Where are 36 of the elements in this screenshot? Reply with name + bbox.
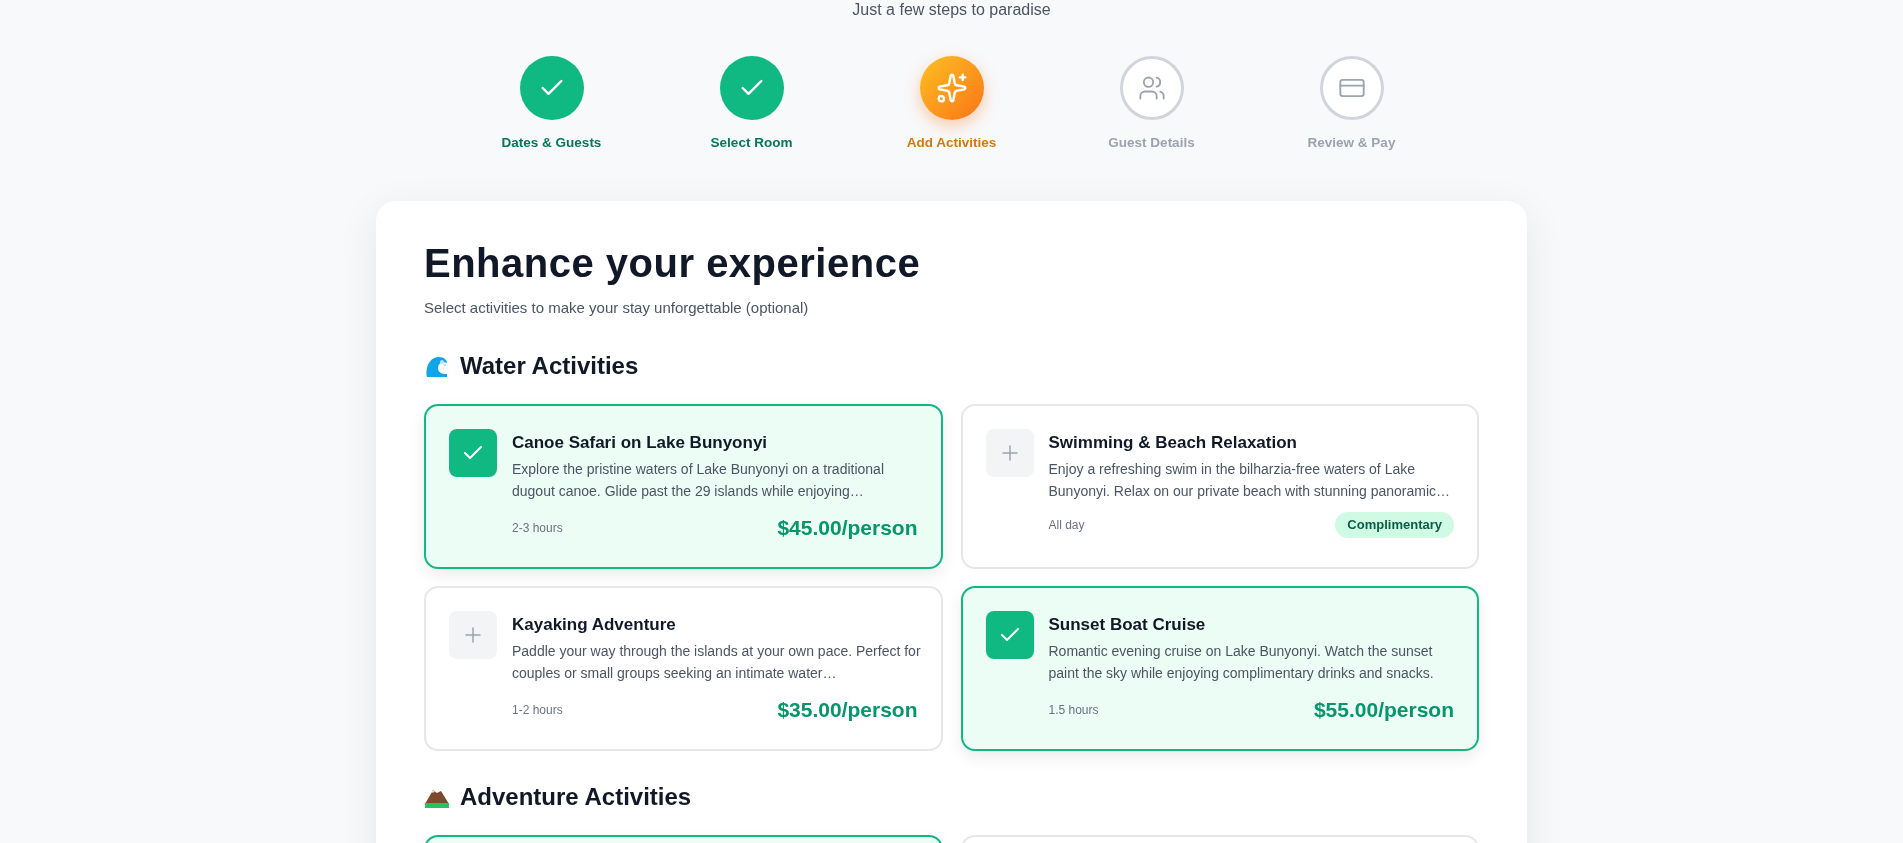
activity-title: Canoe Safari on Lake Bunyonyi [512, 431, 769, 454]
activity-title: Sunset Boat Cruise [1048, 613, 1207, 636]
activity-description: Enjoy a refreshing swim in the bilharzia-free waters of Lake Bunyonyi. Relax on our private beach with stunning panoramic… [1048, 460, 1452, 502]
price-text: $45.00/person [777, 515, 918, 542]
activity-title: Kayaking Adventure [512, 613, 677, 636]
activity-card[interactable]: Swimming & Beach Relaxation Enjoy a refreshing swim in the bilharzia-free waters of Lake Bunyonyi. Relax on our private beach with stunning panoramic… All day Complimentary [960, 403, 1479, 569]
checkbox[interactable] [985, 610, 1034, 659]
price-text: $55.00/person [1313, 697, 1454, 724]
step-label: Select Room [710, 134, 793, 152]
step-label: Review & Pay [1307, 134, 1396, 152]
activity-description: Romantic evening cruise on Lake Bunyonyi. Watch the sunset paint the sky while enjoying complimentary drinks and snacks. [1048, 642, 1435, 684]
section-heading: Adventure Activities [460, 781, 692, 812]
duration-text: 1.5 hours [1048, 702, 1099, 719]
step-label: Add Activities [906, 134, 997, 152]
step-label: Dates & Guests [501, 134, 602, 152]
activity-card[interactable]: Kayaking Adventure Paddle your way through the islands at your own pace. Perfect for couples or small groups seeking an intimate water… 1-2 hours $35.00/person [424, 585, 943, 751]
page-subtitle: Select activities to make your stay unforgettable (optional) [424, 298, 810, 319]
duration-text: 1-2 hours [512, 702, 563, 719]
duration-text: All day [1048, 517, 1085, 534]
checkbox[interactable] [449, 610, 497, 659]
price-text: $35.00/person [777, 697, 918, 724]
section-heading: Water Activities [460, 350, 639, 381]
page-heading: Enhance your experience [424, 240, 922, 288]
checkbox[interactable] [985, 428, 1034, 477]
checkbox[interactable] [449, 428, 497, 477]
sparkles-icon [935, 72, 968, 104]
step-label: Guest Details [1108, 134, 1195, 152]
activity-description: Explore the pristine waters of Lake Bunyonyi on a traditional dugout canoe. Glide past the 29 islands while enjoying… [512, 460, 885, 502]
duration-text: 2-3 hours [512, 520, 563, 537]
tagline: Just a few steps to paradise [852, 0, 1051, 20]
activity-card[interactable]: Sunset Boat Cruise Romantic evening cruise on Lake Bunyonyi. Watch the sunset paint the sky while enjoying complimentary drinks and snacks. 1.5 hours $55.00/person [960, 585, 1479, 751]
activity-description: Paddle your way through the islands at your own pace. Perfect for couples or small groups seeking an intimate water… [512, 642, 922, 684]
activity-title: Swimming & Beach Relaxation [1048, 431, 1298, 454]
activity-card[interactable]: Canoe Safari on Lake Bunyonyi Explore the pristine waters of Lake Bunyonyi on a traditional dugout canoe. Glide past the 29 islands while enjoying… 2-3 hours $45.00/person [424, 403, 943, 569]
users-icon [1137, 74, 1166, 102]
complimentary-badge: Complimentary [1335, 512, 1454, 538]
